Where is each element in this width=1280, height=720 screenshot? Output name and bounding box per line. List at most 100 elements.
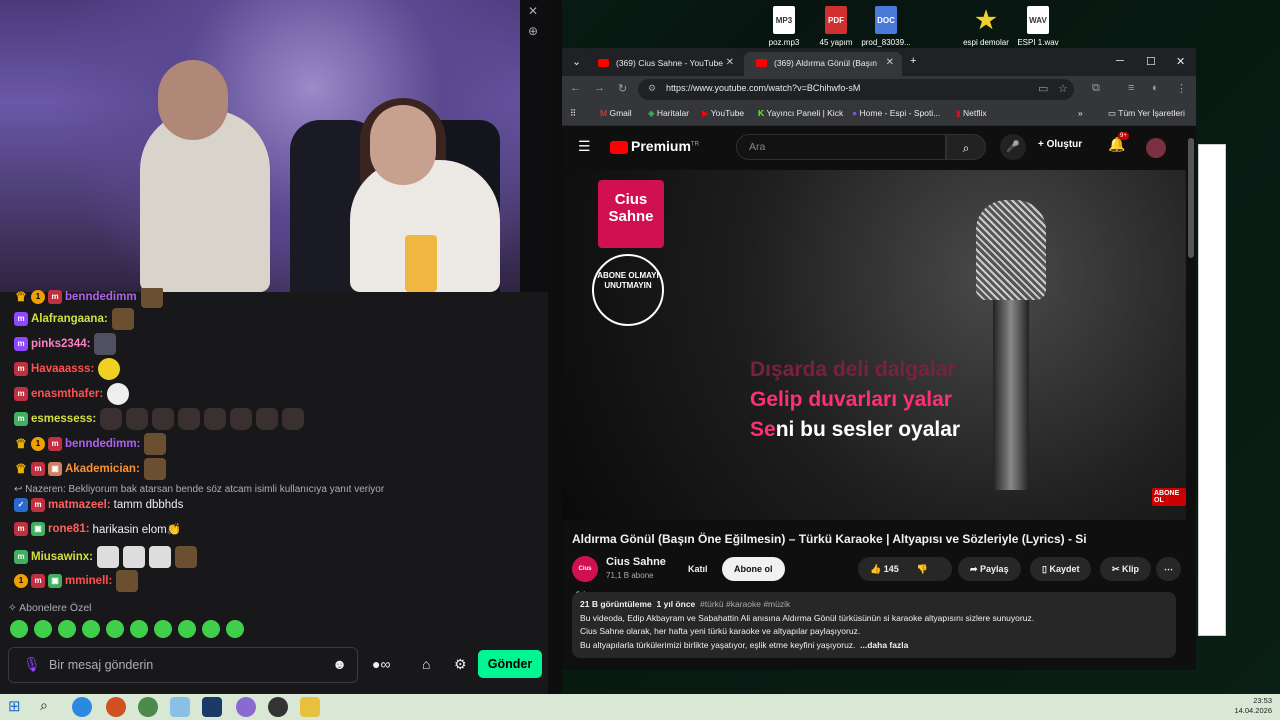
tab-aldirma-gonul[interactable]: (369) Aldırma Gönül (Başın ✕ <box>744 52 902 76</box>
bookmark-netflix[interactable]: ▮ Netflix <box>956 108 987 119</box>
media-icon[interactable]: ≡ <box>1128 82 1134 94</box>
more-actions-icon[interactable]: ⋯ <box>1156 557 1181 581</box>
bookmark-star-icon[interactable]: ☆ <box>1058 82 1068 95</box>
bell-icon[interactable]: 🔔 9+ <box>1108 132 1129 153</box>
discord-icon[interactable] <box>236 697 256 717</box>
gear-icon[interactable]: ⚙ <box>454 656 467 673</box>
emote-icon[interactable] <box>34 620 52 638</box>
obs-icon[interactable] <box>268 697 288 717</box>
forward-icon[interactable]: → <box>594 82 605 94</box>
emote-icon[interactable] <box>82 620 100 638</box>
bookmark-youtube[interactable]: ▶ YouTube <box>702 108 744 119</box>
save-button[interactable]: ▯ Kaydet <box>1030 557 1092 581</box>
description-box[interactable]: 21 B görüntüleme 1 yıl önce #türkü #kara… <box>572 592 1176 658</box>
close-window-icon[interactable]: ✕ <box>1176 55 1185 68</box>
close-icon[interactable]: ✕ <box>726 57 734 68</box>
show-more-link[interactable]: ...daha fazla <box>860 640 908 650</box>
chat-username[interactable]: benndedimm: <box>65 438 140 450</box>
emoji-icon[interactable]: ☻ <box>332 656 347 672</box>
background-window-edge[interactable] <box>1198 144 1226 636</box>
create-button[interactable]: + Oluştur <box>1038 139 1082 150</box>
back-icon[interactable]: ← <box>570 82 581 94</box>
address-bar[interactable]: ⚙ https://www.youtube.com/watch?v=BChihwf… <box>638 79 1074 100</box>
minimize-icon[interactable]: ─ <box>1116 55 1124 67</box>
desktop-icon-prod[interactable]: DOC prod_83039... <box>854 6 918 47</box>
apps-icon[interactable]: ⠿ <box>570 108 576 119</box>
all-bookmarks[interactable]: ▭ Tüm Yer İşaretleri <box>1108 108 1185 119</box>
chat-username[interactable]: Akademician: <box>65 463 140 475</box>
video-player[interactable]: Cius Sahne ABONE OLMAYI UNUTMAYIN Dışard… <box>562 170 1186 520</box>
chat-username[interactable]: Havaaasss: <box>31 363 94 375</box>
app-icon[interactable] <box>106 697 126 717</box>
chat-username[interactable]: Alafrangaana: <box>31 313 108 325</box>
bookmark-kick[interactable]: K Yayıncı Paneli | Kick <box>758 108 843 118</box>
share-button[interactable]: ➦ Paylaş <box>958 557 1021 581</box>
folder-icon[interactable] <box>300 697 320 717</box>
profile-icon[interactable]: ◐ <box>1152 82 1159 94</box>
subscribe-watermark[interactable]: ABONE OL <box>1152 488 1186 506</box>
maximize-icon[interactable]: ☐ <box>1146 55 1156 68</box>
emote-icon[interactable] <box>202 620 220 638</box>
chat-username[interactable]: pinks2344: <box>31 338 90 350</box>
channel-name[interactable]: Cius Sahne <box>606 556 666 568</box>
new-tab-icon[interactable]: + <box>910 55 916 67</box>
chrome-icon[interactable] <box>138 697 158 717</box>
points-icon[interactable]: ●∞ <box>372 656 390 672</box>
more-bookmarks-icon[interactable]: » <box>1078 108 1083 118</box>
chat-username[interactable]: esmessess: <box>31 413 96 425</box>
emote-icon[interactable] <box>154 620 172 638</box>
file-app-icon[interactable] <box>170 697 190 717</box>
store-icon[interactable]: ⌂ <box>422 656 430 672</box>
subscribe-button[interactable]: Abone ol <box>722 557 785 581</box>
avatar[interactable] <box>1146 138 1166 158</box>
search-icon[interactable]: ⌕ <box>946 134 986 160</box>
windows-start-icon[interactable]: ⊞ <box>8 697 28 717</box>
bookmark-maps[interactable]: ◆ Haritalar <box>648 108 689 119</box>
emote-icon[interactable] <box>106 620 124 638</box>
bookmark-spotify[interactable]: ● Home - Espi - Spoti... <box>852 108 940 118</box>
chat-username[interactable]: mminell: <box>65 575 112 587</box>
chat-username[interactable]: benndedimm <box>65 291 137 303</box>
youtube-logo[interactable]: PremiumTR <box>610 138 699 154</box>
emote-icon[interactable] <box>178 620 196 638</box>
clip-button[interactable]: ✂ Klip <box>1100 557 1152 581</box>
emote-icon[interactable] <box>130 620 148 638</box>
like-icon[interactable]: 👍 <box>870 564 884 574</box>
voice-search-icon[interactable]: 🎤 <box>1000 134 1026 160</box>
search-input[interactable]: Ara <box>736 134 946 160</box>
edge-browser-icon[interactable] <box>72 697 92 717</box>
hamburger-menu-icon[interactable]: ☰ <box>578 138 591 155</box>
zoom-icon[interactable]: ⊕ <box>528 24 538 38</box>
hashtags[interactable]: #türkü #karaoke #müzik <box>700 599 790 609</box>
close-icon[interactable]: ✕ <box>886 57 894 68</box>
send-button[interactable]: Gönder <box>478 650 542 678</box>
emote-icon[interactable] <box>10 620 28 638</box>
desktop-icon-espi-wav[interactable]: WAV ESPI 1.wav <box>1006 6 1070 47</box>
site-info-icon[interactable]: ⚙ <box>648 83 656 94</box>
chat-input[interactable]: 🎙 Bir mesaj gönderin ☻ <box>8 647 358 683</box>
extensions-icon[interactable]: ⧉ <box>1092 82 1100 95</box>
steam-icon[interactable] <box>202 697 222 717</box>
tab-cius-sahne[interactable]: (369) Cius Sahne - YouTube ✕ <box>586 52 742 76</box>
chat-username[interactable]: matmazeel: <box>48 499 111 511</box>
dislike-icon[interactable]: 👎 <box>917 564 928 574</box>
scrollbar-thumb[interactable] <box>1188 138 1194 258</box>
system-clock[interactable]: 23:53 14.04.2026 <box>1234 696 1272 716</box>
emote-icon[interactable] <box>58 620 76 638</box>
menu-icon[interactable]: ⋮ <box>1176 82 1187 95</box>
bookmark-gmail[interactable]: M Gmail <box>600 108 632 118</box>
chat-username[interactable]: enasmthafer: <box>31 388 103 400</box>
close-icon[interactable]: ✕ <box>528 4 538 18</box>
chat-username[interactable]: Miusawinx: <box>31 551 93 563</box>
emote-icon[interactable] <box>226 620 244 638</box>
channel-avatar[interactable]: Cius Sahne <box>572 556 598 598</box>
join-button[interactable]: Katıl <box>676 557 720 581</box>
install-app-icon[interactable]: ▭ <box>1038 82 1048 95</box>
tab-list-icon[interactable]: ⌄ <box>572 55 581 68</box>
chat-username[interactable]: rone81: <box>48 523 90 535</box>
search-icon[interactable]: ⌕ <box>40 697 60 717</box>
reload-icon[interactable]: ↻ <box>618 82 627 95</box>
microphone-icon[interactable]: 🎙 <box>23 656 41 673</box>
subscriber-only-label: ✧ Abonelere Özel <box>8 602 92 614</box>
scrollbar[interactable] <box>1186 126 1196 670</box>
